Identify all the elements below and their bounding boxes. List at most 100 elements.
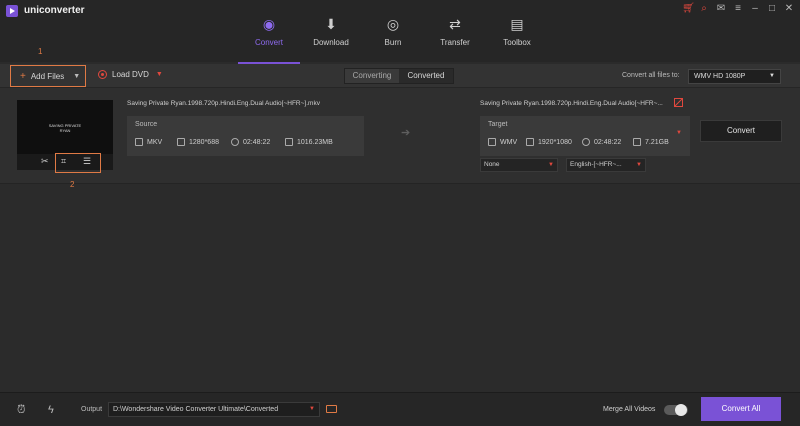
burn-icon: ◎ xyxy=(386,16,400,32)
email-icon[interactable]: ✉ xyxy=(716,3,726,14)
minimize-icon[interactable]: – xyxy=(750,3,760,14)
chevron-down-icon: ▼ xyxy=(309,406,315,412)
source-filename: Saving Private Ryan.1998.720p.Hindi.Eng.… xyxy=(127,100,320,107)
convert-icon: ◉ xyxy=(262,16,276,32)
app-title: uniconverter xyxy=(24,5,85,16)
tab-burn-label: Burn xyxy=(384,38,402,47)
target-size: 7.21GB xyxy=(633,138,669,146)
cart-icon[interactable]: 🛒︎ xyxy=(682,3,695,14)
load-dvd-button[interactable]: Load DVD ▼ xyxy=(98,70,163,79)
menu-icon[interactable]: ≡ xyxy=(733,3,743,14)
convert-all-button[interactable]: Convert All xyxy=(701,397,781,421)
tab-transfer[interactable]: ⇄ Transfer xyxy=(424,14,486,62)
tab-converting[interactable]: Converting xyxy=(345,69,399,83)
target-size-value: 7.21GB xyxy=(645,138,669,146)
merge-toggle[interactable] xyxy=(664,404,688,416)
dvd-icon xyxy=(98,70,107,79)
source-duration-value: 02:48:22 xyxy=(243,138,271,146)
subtitle-select[interactable]: None ▼ xyxy=(480,158,558,172)
resolution-icon xyxy=(177,138,185,146)
toolbar: + Add Files ▼ Load DVD ▼ Converting Conv… xyxy=(0,64,800,88)
target-format: WMV xyxy=(488,138,517,146)
target-chevron-down-icon[interactable]: ▼ xyxy=(676,130,682,136)
alarm-clock-icon[interactable]: ⏰︎ xyxy=(17,404,26,417)
tab-converted[interactable]: Converted xyxy=(399,69,453,83)
arrow-right-icon: ➔ xyxy=(401,127,411,139)
tab-convert[interactable]: ◉ Convert xyxy=(238,14,300,64)
video-thumbnail[interactable]: SAVING PRIVATE RYAN xyxy=(17,100,113,154)
chevron-down-icon: ▼ xyxy=(548,162,554,168)
target-info[interactable]: Target WMV 1920*1080 02:48:22 7.21GB xyxy=(480,116,690,156)
format-select-value: WMV HD 1080P xyxy=(694,73,746,80)
open-folder-icon[interactable] xyxy=(326,405,337,413)
target-resolution-value: 1920*1080 xyxy=(538,138,572,146)
output-path-select[interactable]: D:\Wondershare Video Converter Ultimate\… xyxy=(108,402,320,417)
convert-all-label: Convert all files to: xyxy=(622,72,680,79)
target-duration: 02:48:22 xyxy=(582,138,621,146)
bottom-bar: ⏰︎ ϟ Output D:\Wondershare Video Convert… xyxy=(0,392,800,426)
subtitle-value: None xyxy=(484,161,500,168)
chevron-down-icon: ▼ xyxy=(636,162,642,168)
resolution-icon xyxy=(526,138,534,146)
format-icon xyxy=(135,138,143,146)
edit-icon[interactable] xyxy=(674,98,683,107)
folder-icon xyxy=(285,138,293,146)
convert-button[interactable]: Convert xyxy=(700,120,782,142)
annotation-1: 1 xyxy=(38,47,43,56)
tab-convert-label: Convert xyxy=(254,38,283,47)
transfer-icon: ⇄ xyxy=(449,16,461,32)
source-size-value: 1016.23MB xyxy=(297,138,333,146)
close-icon[interactable]: ✕ xyxy=(784,3,794,14)
source-label: Source xyxy=(135,121,158,128)
tab-toolbox-label: Toolbox xyxy=(503,38,531,47)
source-format: MKV xyxy=(135,138,162,146)
source-resolution: 1280*688 xyxy=(177,138,219,146)
add-files-button[interactable]: + Add Files ▼ xyxy=(10,65,86,87)
clock-icon xyxy=(582,138,590,146)
status-tabs: Converting Converted xyxy=(344,68,454,84)
clock-icon xyxy=(231,138,239,146)
lightning-icon[interactable]: ϟ xyxy=(48,404,54,416)
target-filename: Saving Private Ryan.1998.720p.Hindi.Eng.… xyxy=(480,100,663,107)
add-files-label: Add Files xyxy=(30,71,65,81)
tab-burn[interactable]: ◎ Burn xyxy=(362,14,424,62)
file-row: SAVING PRIVATE RYAN ✂ ⌗ ☰ 2 Saving Priva… xyxy=(0,88,800,189)
source-size: 1016.23MB xyxy=(285,138,333,146)
app-logo-icon xyxy=(6,5,18,17)
title-bar: uniconverter 🛒︎ ⌕ ✉ ≡ – □ ✕ ◉ Convert ⬇ … xyxy=(0,0,800,64)
tab-download-label: Download xyxy=(313,38,349,47)
folder-icon xyxy=(633,138,641,146)
target-duration-value: 02:48:22 xyxy=(594,138,622,146)
trim-icon[interactable]: ✂ xyxy=(41,156,49,167)
thumbnail-text: SAVING PRIVATE RYAN xyxy=(48,123,82,133)
output-path-value: D:\Wondershare Video Converter Ultimate\… xyxy=(113,406,279,413)
audio-select[interactable]: English-[~HFR~... ▼ xyxy=(566,158,646,172)
chevron-down-icon[interactable]: ▼ xyxy=(156,71,163,78)
search-icon[interactable]: ⌕ xyxy=(699,3,709,14)
source-info: Source MKV 1280*688 02:48:22 1016.23MB xyxy=(127,116,364,156)
tab-toolbox[interactable]: ▤ Toolbox xyxy=(486,14,548,62)
window-controls: 🛒︎ ⌕ ✉ ≡ – □ ✕ xyxy=(682,3,794,14)
tools-highlight-box xyxy=(55,153,101,173)
format-icon xyxy=(488,138,496,146)
toolbox-icon: ▤ xyxy=(510,16,524,32)
source-duration: 02:48:22 xyxy=(231,138,270,146)
target-format-value: WMV xyxy=(500,138,518,146)
target-resolution: 1920*1080 xyxy=(526,138,572,146)
source-resolution-value: 1280*688 xyxy=(189,138,219,146)
chevron-down-icon: ▼ xyxy=(769,73,775,79)
output-label: Output xyxy=(81,406,103,413)
load-dvd-label: Load DVD xyxy=(112,70,149,79)
chevron-down-icon[interactable]: ▼ xyxy=(73,73,80,80)
download-icon: ⬇ xyxy=(325,16,337,32)
convert-all-format-select[interactable]: WMV HD 1080P ▼ xyxy=(688,69,781,84)
tab-transfer-label: Transfer xyxy=(440,38,470,47)
source-format-value: MKV xyxy=(147,138,163,146)
app-window: uniconverter 🛒︎ ⌕ ✉ ≡ – □ ✕ ◉ Convert ⬇ … xyxy=(0,0,800,426)
tab-download[interactable]: ⬇ Download xyxy=(300,14,362,62)
audio-value: English-[~HFR~... xyxy=(570,161,622,168)
maximize-icon[interactable]: □ xyxy=(767,3,777,14)
merge-all-videos-label: Merge All Videos xyxy=(603,406,656,413)
plus-icon: + xyxy=(20,70,26,82)
target-label: Target xyxy=(488,121,508,128)
